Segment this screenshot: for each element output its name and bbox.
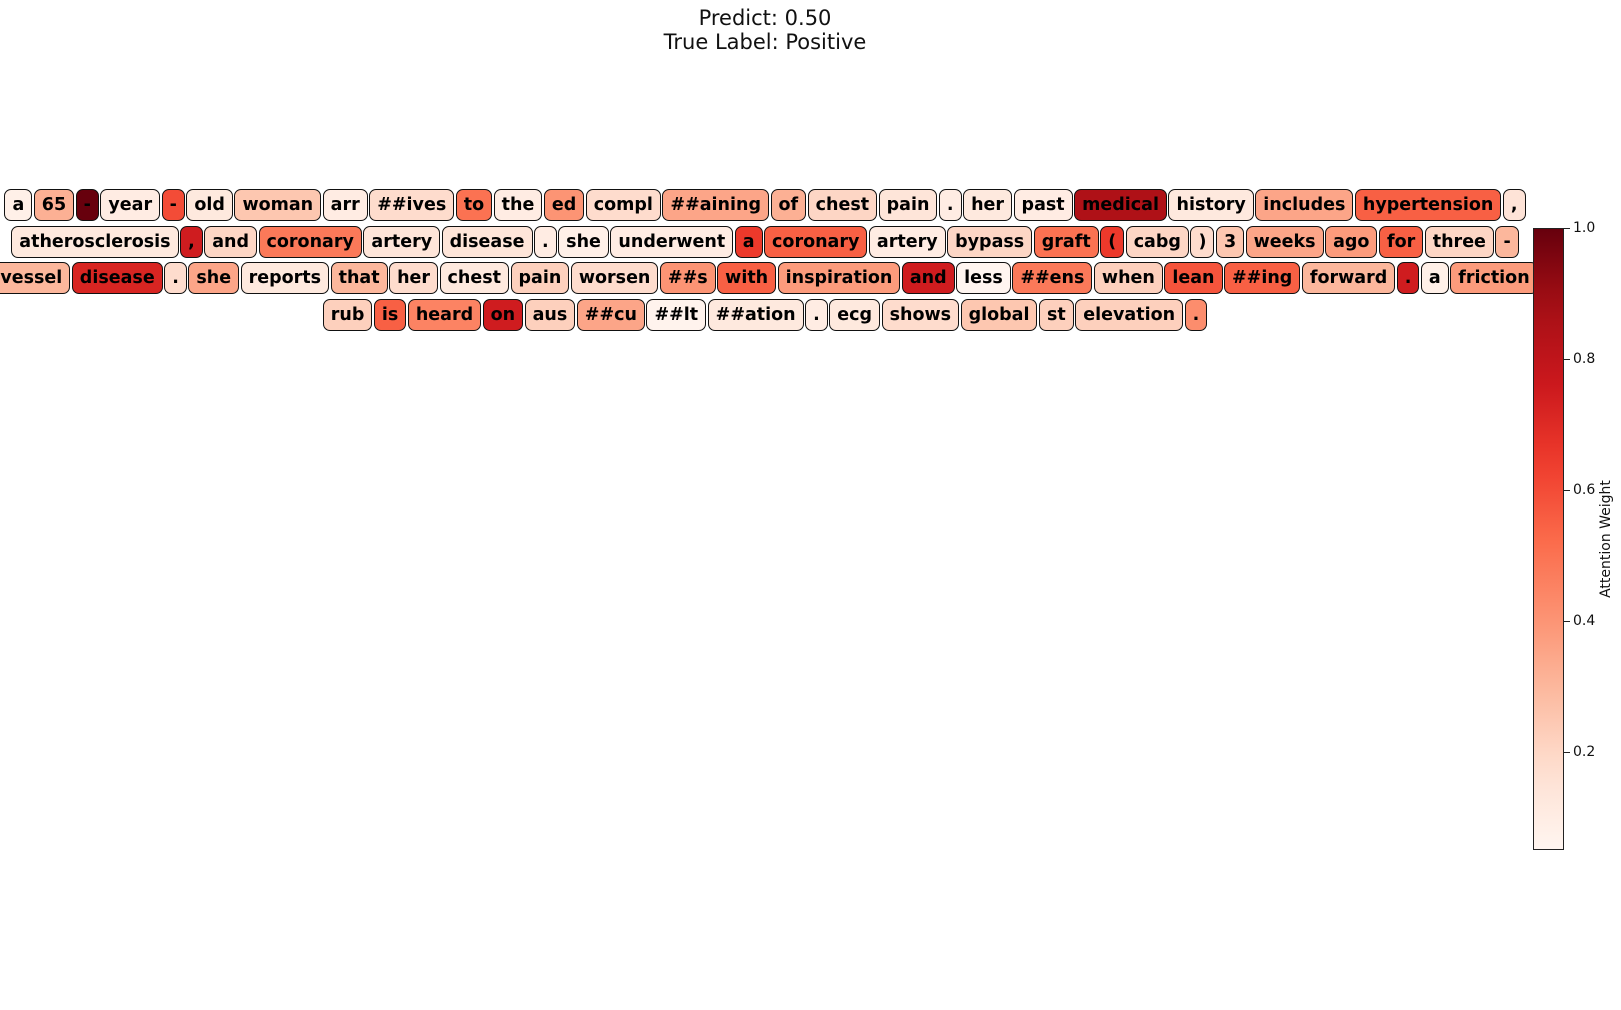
token-box: , <box>1502 189 1526 221</box>
colorbar-tick <box>1564 620 1570 622</box>
token-box: ) <box>1190 225 1215 258</box>
token-box: when <box>1093 262 1163 294</box>
token-box: medical <box>1074 189 1167 221</box>
token-box: disease <box>441 225 533 258</box>
token-box: compl <box>585 189 661 221</box>
token-box: atherosclerosis <box>11 225 179 258</box>
token-box: artery <box>868 225 946 258</box>
token-box: - <box>161 189 185 221</box>
token-box: global <box>960 298 1038 331</box>
token-box: ##ation <box>707 298 804 331</box>
token-box: ago <box>1325 225 1378 258</box>
token-box: - <box>1495 225 1519 258</box>
token-box: ecg <box>829 298 881 331</box>
token-box: , <box>180 225 203 258</box>
token-box: hypertension <box>1354 189 1502 221</box>
token-box: artery <box>363 225 441 258</box>
token-box: cabg <box>1125 225 1189 258</box>
token-box: ##lt <box>646 298 707 331</box>
token-box: . <box>1396 262 1420 294</box>
token-box: friction <box>1450 262 1538 294</box>
token-box: bypass <box>947 225 1033 258</box>
token-box: past <box>1013 189 1073 221</box>
token-box: shows <box>881 298 960 331</box>
colorbar-tick-label: 0.8 <box>1573 350 1596 367</box>
token-box: worsen <box>570 262 659 294</box>
token-box: . <box>534 225 557 258</box>
token-box: ##ing <box>1224 262 1301 294</box>
token-box: ##aining <box>662 189 769 221</box>
token-box: ##ens <box>1012 262 1093 294</box>
token-box: with <box>717 262 777 294</box>
token-box: less <box>956 262 1011 294</box>
token-box: history <box>1168 189 1254 221</box>
token-box: on <box>482 298 524 331</box>
token-box: coronary <box>764 225 868 258</box>
colorbar-tick <box>1564 228 1570 229</box>
token-box: forward <box>1301 262 1396 294</box>
token-box: reports <box>240 262 330 294</box>
token-box: a <box>4 189 33 221</box>
token-box: disease <box>71 262 163 294</box>
token-box: she <box>558 225 609 258</box>
token-box: . <box>1184 298 1208 331</box>
token-box: pain <box>878 189 938 221</box>
token-box: a <box>734 225 763 258</box>
token-box: . <box>164 262 187 294</box>
token-box: ##ives <box>369 189 455 221</box>
token-box: heard <box>407 298 482 331</box>
token-box: woman <box>234 189 322 221</box>
colorbar-label: Attention Weight <box>1598 480 1614 598</box>
token-box: elevation <box>1075 298 1184 331</box>
token-box: pain <box>510 262 570 294</box>
token-box: to <box>455 189 493 221</box>
colorbar-tick-label: 0.2 <box>1573 743 1596 760</box>
token-box: 3 <box>1215 225 1245 258</box>
token-box: she <box>188 262 240 294</box>
token-box: underwent <box>610 225 734 258</box>
token-box: of <box>770 189 807 221</box>
token-box: - <box>75 189 99 221</box>
token-box: and <box>204 225 258 258</box>
token-box: rub <box>322 298 373 331</box>
token-box: . <box>805 298 828 331</box>
token-box: year <box>100 189 161 221</box>
token-box: arr <box>322 189 368 221</box>
colorbar-tick-label: 0.6 <box>1573 481 1596 498</box>
token-box: three <box>1424 225 1494 258</box>
token-box: . <box>938 189 962 221</box>
token-box: that <box>330 262 388 294</box>
token-box: ed <box>543 189 585 221</box>
token-box: weeks <box>1245 225 1324 258</box>
token-box: lean <box>1164 262 1223 294</box>
token-box: ( <box>1100 225 1125 258</box>
token-box: is <box>373 298 407 331</box>
token-box: a <box>1420 262 1449 294</box>
token-box: inspiration <box>777 262 901 294</box>
token-box: and <box>901 262 955 294</box>
token-box: 65 <box>33 189 75 221</box>
token-box: coronary <box>258 225 362 258</box>
token-box: includes <box>1255 189 1354 221</box>
colorbar-tick <box>1564 751 1570 753</box>
token-box: graft <box>1033 225 1099 258</box>
token-box: old <box>186 189 233 221</box>
colorbar-tick <box>1564 358 1570 360</box>
token-box: her <box>963 189 1013 221</box>
colorbar-tick-label: 0.4 <box>1573 612 1596 629</box>
colorbar <box>1533 228 1564 850</box>
token-box: her <box>389 262 439 294</box>
token-heatmap: a 65- year - old woman arr ##ives to the ed compl ##… <box>0 0 1538 400</box>
token-box: ##cu <box>576 298 645 331</box>
token-box: ##s <box>659 262 716 294</box>
token-box: for <box>1378 225 1424 258</box>
token-box: the <box>493 189 543 221</box>
colorbar-tick <box>1564 489 1570 491</box>
token-box: aus <box>524 298 576 331</box>
token-box: chest <box>439 262 510 294</box>
token-box: st <box>1038 298 1074 331</box>
token-box: vessel <box>0 262 71 294</box>
token-box: chest <box>807 189 878 221</box>
colorbar-tick-label: 1.0 <box>1573 220 1596 236</box>
